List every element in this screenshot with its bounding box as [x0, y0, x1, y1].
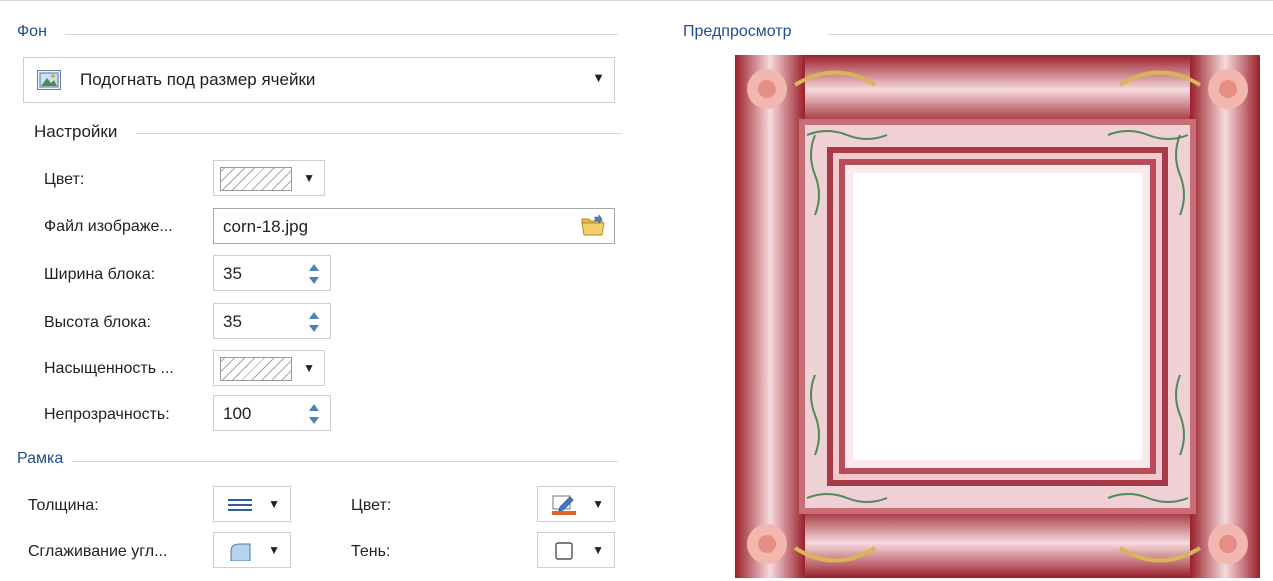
shadow-dropdown[interactable]: ▼: [537, 532, 615, 568]
pen-color-icon: [552, 495, 576, 515]
image-file-value: corn-18.jpg: [223, 217, 309, 236]
chevron-down-icon: ▼: [592, 543, 604, 557]
opacity-stepper[interactable]: 100: [213, 395, 331, 431]
image-file-label: Файл изображе...: [44, 218, 173, 235]
spin-arrows-icon[interactable]: [308, 310, 320, 334]
shadow-label: Тень:: [351, 543, 391, 560]
fit-to-cell-icon: [37, 70, 61, 90]
folder-open-icon[interactable]: [580, 214, 606, 238]
block-width-stepper[interactable]: 35: [213, 255, 331, 291]
block-width-value: 35: [223, 264, 242, 283]
block-height-value: 35: [223, 312, 242, 331]
top-border: [0, 0, 1273, 1]
corner-smoothing-dropdown[interactable]: ▼: [213, 532, 291, 568]
chevron-down-icon: ▼: [592, 70, 605, 85]
thickness-dropdown[interactable]: ▼: [213, 486, 291, 522]
fill-mode-value: Подогнать под размер ячейки: [80, 70, 316, 89]
chevron-down-icon: ▼: [303, 361, 315, 375]
preview-group-line: [828, 34, 1273, 35]
chevron-down-icon: ▼: [303, 171, 315, 185]
border-color-label: Цвет:: [351, 497, 392, 514]
image-file-field[interactable]: corn-18.jpg: [213, 208, 615, 244]
background-group-line: [65, 34, 618, 35]
background-group-title: Фон: [17, 23, 47, 40]
saturation-swatch: [220, 357, 292, 381]
border-color-dropdown[interactable]: ▼: [537, 486, 615, 522]
chevron-down-icon: ▼: [268, 543, 280, 557]
border-group-title: Рамка: [17, 450, 64, 467]
opacity-value: 100: [223, 404, 252, 423]
spin-arrows-icon[interactable]: [308, 402, 320, 426]
corner-smoothing-label: Сглаживание угл...: [28, 543, 168, 560]
saturation-picker-button[interactable]: ▼: [213, 350, 325, 386]
settings-group-line: [136, 133, 622, 134]
color-label: Цвет:: [44, 171, 85, 188]
settings-group-title: Настройки: [34, 122, 118, 141]
thickness-label: Толщина:: [28, 497, 99, 514]
fill-mode-dropdown[interactable]: Подогнать под размер ячейки ▼: [23, 57, 615, 103]
color-swatch: [220, 167, 292, 191]
color-picker-button[interactable]: ▼: [213, 160, 325, 196]
block-width-label: Ширина блока:: [44, 266, 156, 283]
border-group-line: [72, 461, 618, 462]
chevron-down-icon: ▼: [268, 497, 280, 511]
saturation-label: Насыщенность ...: [44, 360, 174, 377]
line-thickness-icon: [228, 499, 252, 511]
rounded-corner-icon: [230, 543, 251, 561]
preview-group-title: Предпросмотр: [683, 23, 792, 40]
frame-preview-image: [735, 55, 1260, 578]
block-height-stepper[interactable]: 35: [213, 303, 331, 339]
chevron-down-icon: ▼: [592, 497, 604, 511]
spin-arrows-icon[interactable]: [308, 262, 320, 286]
block-height-label: Высота блока:: [44, 314, 151, 331]
shadow-box-icon: [555, 542, 573, 560]
opacity-label: Непрозрачность:: [44, 406, 170, 423]
